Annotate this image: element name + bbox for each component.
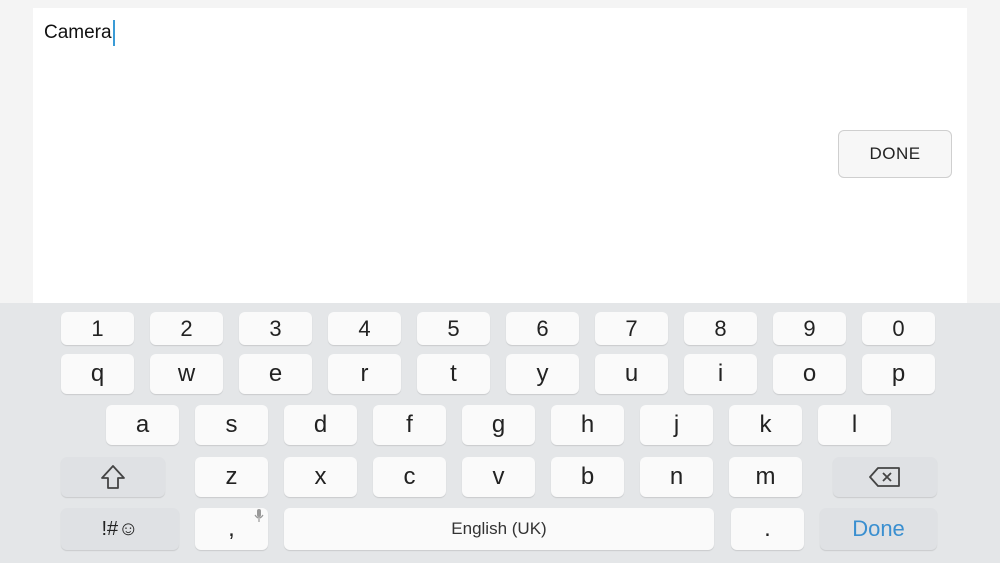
key-e[interactable]: e	[239, 354, 312, 394]
key-v[interactable]: v	[462, 457, 535, 497]
done-button[interactable]: DONE	[838, 130, 952, 178]
text-input-value: Camera	[44, 22, 112, 43]
spacebar[interactable]: English (UK)	[284, 508, 714, 550]
text-edit-panel: Camera DONE	[33, 8, 967, 303]
comma-label: ,	[228, 515, 235, 542]
key-a[interactable]: a	[106, 405, 179, 445]
key-d[interactable]: d	[284, 405, 357, 445]
key-s[interactable]: s	[195, 405, 268, 445]
key-q[interactable]: q	[61, 354, 134, 394]
backspace-key[interactable]	[833, 457, 937, 497]
comma-key[interactable]: ,	[195, 508, 268, 550]
key-c[interactable]: c	[373, 457, 446, 497]
symbols-key[interactable]: !#☺	[61, 508, 179, 550]
key-l[interactable]: l	[818, 405, 891, 445]
on-screen-keyboard: 1 2 3 4 5 6 7 8 9 0 q w e r t y u i o p …	[0, 303, 1000, 563]
key-r[interactable]: r	[328, 354, 401, 394]
period-key[interactable]: .	[731, 508, 804, 550]
key-n[interactable]: n	[640, 457, 713, 497]
key-m[interactable]: m	[729, 457, 802, 497]
key-4[interactable]: 4	[328, 312, 401, 345]
shift-key[interactable]	[61, 457, 165, 497]
key-5[interactable]: 5	[417, 312, 490, 345]
key-i[interactable]: i	[684, 354, 757, 394]
key-2[interactable]: 2	[150, 312, 223, 345]
key-x[interactable]: x	[284, 457, 357, 497]
key-7[interactable]: 7	[595, 312, 668, 345]
key-z[interactable]: z	[195, 457, 268, 497]
key-1[interactable]: 1	[61, 312, 134, 345]
keyboard-done-key[interactable]: Done	[820, 508, 937, 550]
key-f[interactable]: f	[373, 405, 446, 445]
text-input[interactable]: Camera	[44, 20, 115, 46]
key-0[interactable]: 0	[862, 312, 935, 345]
key-p[interactable]: p	[862, 354, 935, 394]
key-3[interactable]: 3	[239, 312, 312, 345]
key-h[interactable]: h	[551, 405, 624, 445]
shift-icon	[99, 464, 127, 490]
key-j[interactable]: j	[640, 405, 713, 445]
key-o[interactable]: o	[773, 354, 846, 394]
key-u[interactable]: u	[595, 354, 668, 394]
key-w[interactable]: w	[150, 354, 223, 394]
key-k[interactable]: k	[729, 405, 802, 445]
key-b[interactable]: b	[551, 457, 624, 497]
key-9[interactable]: 9	[773, 312, 846, 345]
key-g[interactable]: g	[462, 405, 535, 445]
key-6[interactable]: 6	[506, 312, 579, 345]
key-8[interactable]: 8	[684, 312, 757, 345]
microphone-icon	[254, 509, 264, 523]
text-cursor	[112, 20, 115, 46]
key-y[interactable]: y	[506, 354, 579, 394]
backspace-icon	[868, 466, 902, 488]
key-t[interactable]: t	[417, 354, 490, 394]
